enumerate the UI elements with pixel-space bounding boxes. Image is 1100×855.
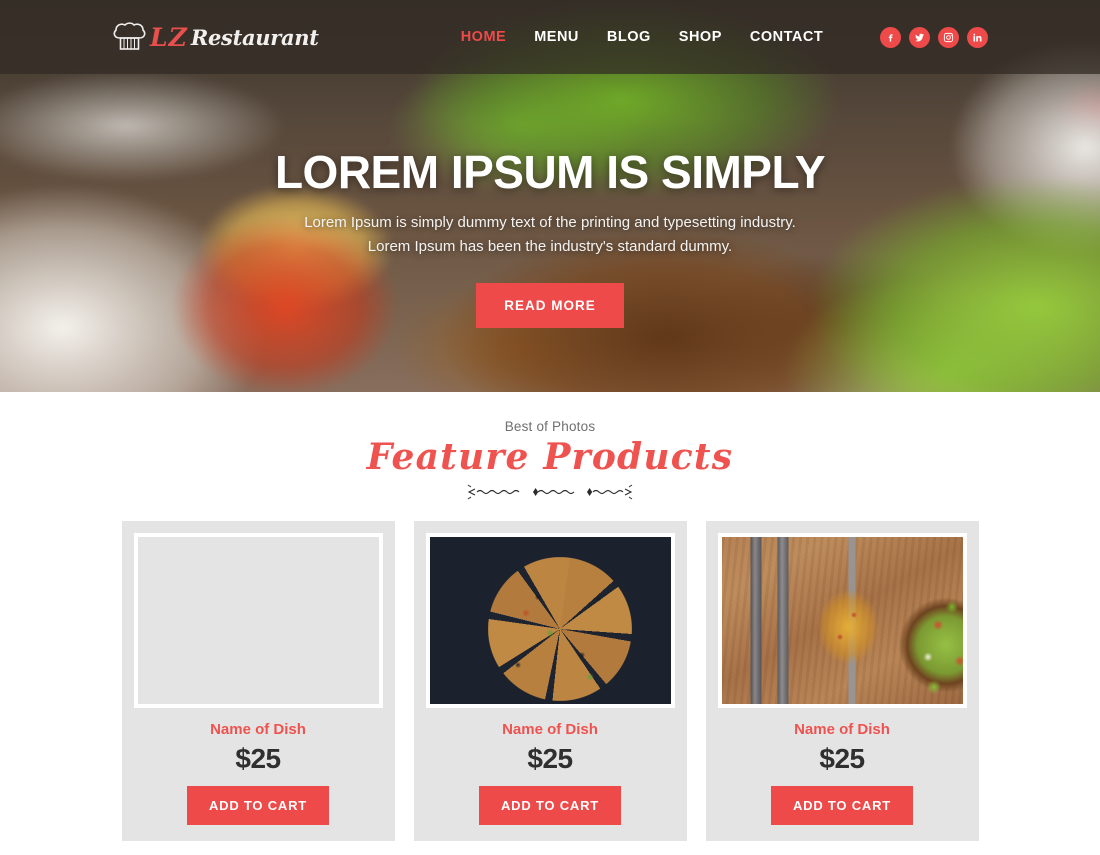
add-to-cart-button[interactable]: ADD TO CART bbox=[770, 786, 914, 825]
hero-content: LOREM IPSUM IS SIMPLY Lorem Ipsum is sim… bbox=[0, 146, 1100, 329]
twitter-icon[interactable] bbox=[909, 26, 930, 48]
product-name[interactable]: Name of Dish bbox=[718, 721, 967, 738]
product-card: Name of Dish $25 ADD TO CART bbox=[413, 521, 687, 841]
site-logo[interactable]: LZ Restaurant bbox=[112, 22, 319, 52]
section-eyebrow: Best of Photos bbox=[504, 419, 596, 434]
product-price: $25 bbox=[819, 743, 865, 774]
product-grid: Name of Dish $25 ADD TO CART Name of Dis… bbox=[0, 521, 1100, 841]
section-title: Feature Products bbox=[366, 436, 734, 478]
feature-products-section: Best of Photos Feature Products Name of … bbox=[0, 392, 1100, 841]
decorative-divider-icon bbox=[465, 484, 635, 500]
chef-hat-icon bbox=[112, 22, 146, 52]
nav-item-contact[interactable]: CONTACT bbox=[750, 29, 823, 45]
product-name[interactable]: Name of Dish bbox=[134, 721, 383, 738]
product-price: $25 bbox=[235, 743, 281, 774]
add-to-cart-button[interactable]: ADD TO CART bbox=[478, 786, 622, 825]
product-name[interactable]: Name of Dish bbox=[426, 721, 675, 738]
product-card: Name of Dish $25 ADD TO CART bbox=[705, 521, 979, 841]
site-header: LZ Restaurant HOME MENU BLOG SHOP CONTAC… bbox=[0, 0, 1100, 74]
hero-subtitle-line-1: Lorem Ipsum is simply dummy text of the … bbox=[304, 213, 796, 231]
read-more-button[interactable]: READ MORE bbox=[476, 283, 624, 329]
hero-title: LOREM IPSUM IS SIMPLY bbox=[274, 146, 826, 198]
linkedin-icon[interactable] bbox=[967, 26, 988, 48]
hero-banner: LZ Restaurant HOME MENU BLOG SHOP CONTAC… bbox=[0, 0, 1100, 392]
nav-item-blog[interactable]: BLOG bbox=[607, 29, 651, 45]
logo-wordmark: Restaurant bbox=[190, 24, 319, 50]
nav-item-home[interactable]: HOME bbox=[461, 29, 507, 45]
add-to-cart-button[interactable]: ADD TO CART bbox=[186, 786, 330, 825]
instagram-icon[interactable] bbox=[938, 26, 959, 48]
logo-initials: LZ bbox=[150, 22, 188, 52]
product-image-sliced-pizza[interactable] bbox=[425, 533, 675, 708]
product-card: Name of Dish $25 ADD TO CART bbox=[121, 521, 395, 841]
nav-item-shop[interactable]: SHOP bbox=[679, 29, 722, 45]
facebook-icon[interactable] bbox=[880, 26, 901, 48]
nav-item-menu[interactable]: MENU bbox=[534, 29, 579, 45]
product-image-pizza-in-box[interactable] bbox=[133, 533, 383, 708]
social-links bbox=[880, 26, 988, 48]
hero-subtitle: Lorem Ipsum is simply dummy text of the … bbox=[0, 211, 1100, 260]
product-image-slice-with-salad[interactable] bbox=[717, 533, 967, 708]
hero-subtitle-line-2: Lorem Ipsum has been the industry's stan… bbox=[367, 237, 733, 255]
product-price: $25 bbox=[527, 743, 573, 774]
main-navigation: HOME MENU BLOG SHOP CONTACT bbox=[461, 29, 824, 45]
